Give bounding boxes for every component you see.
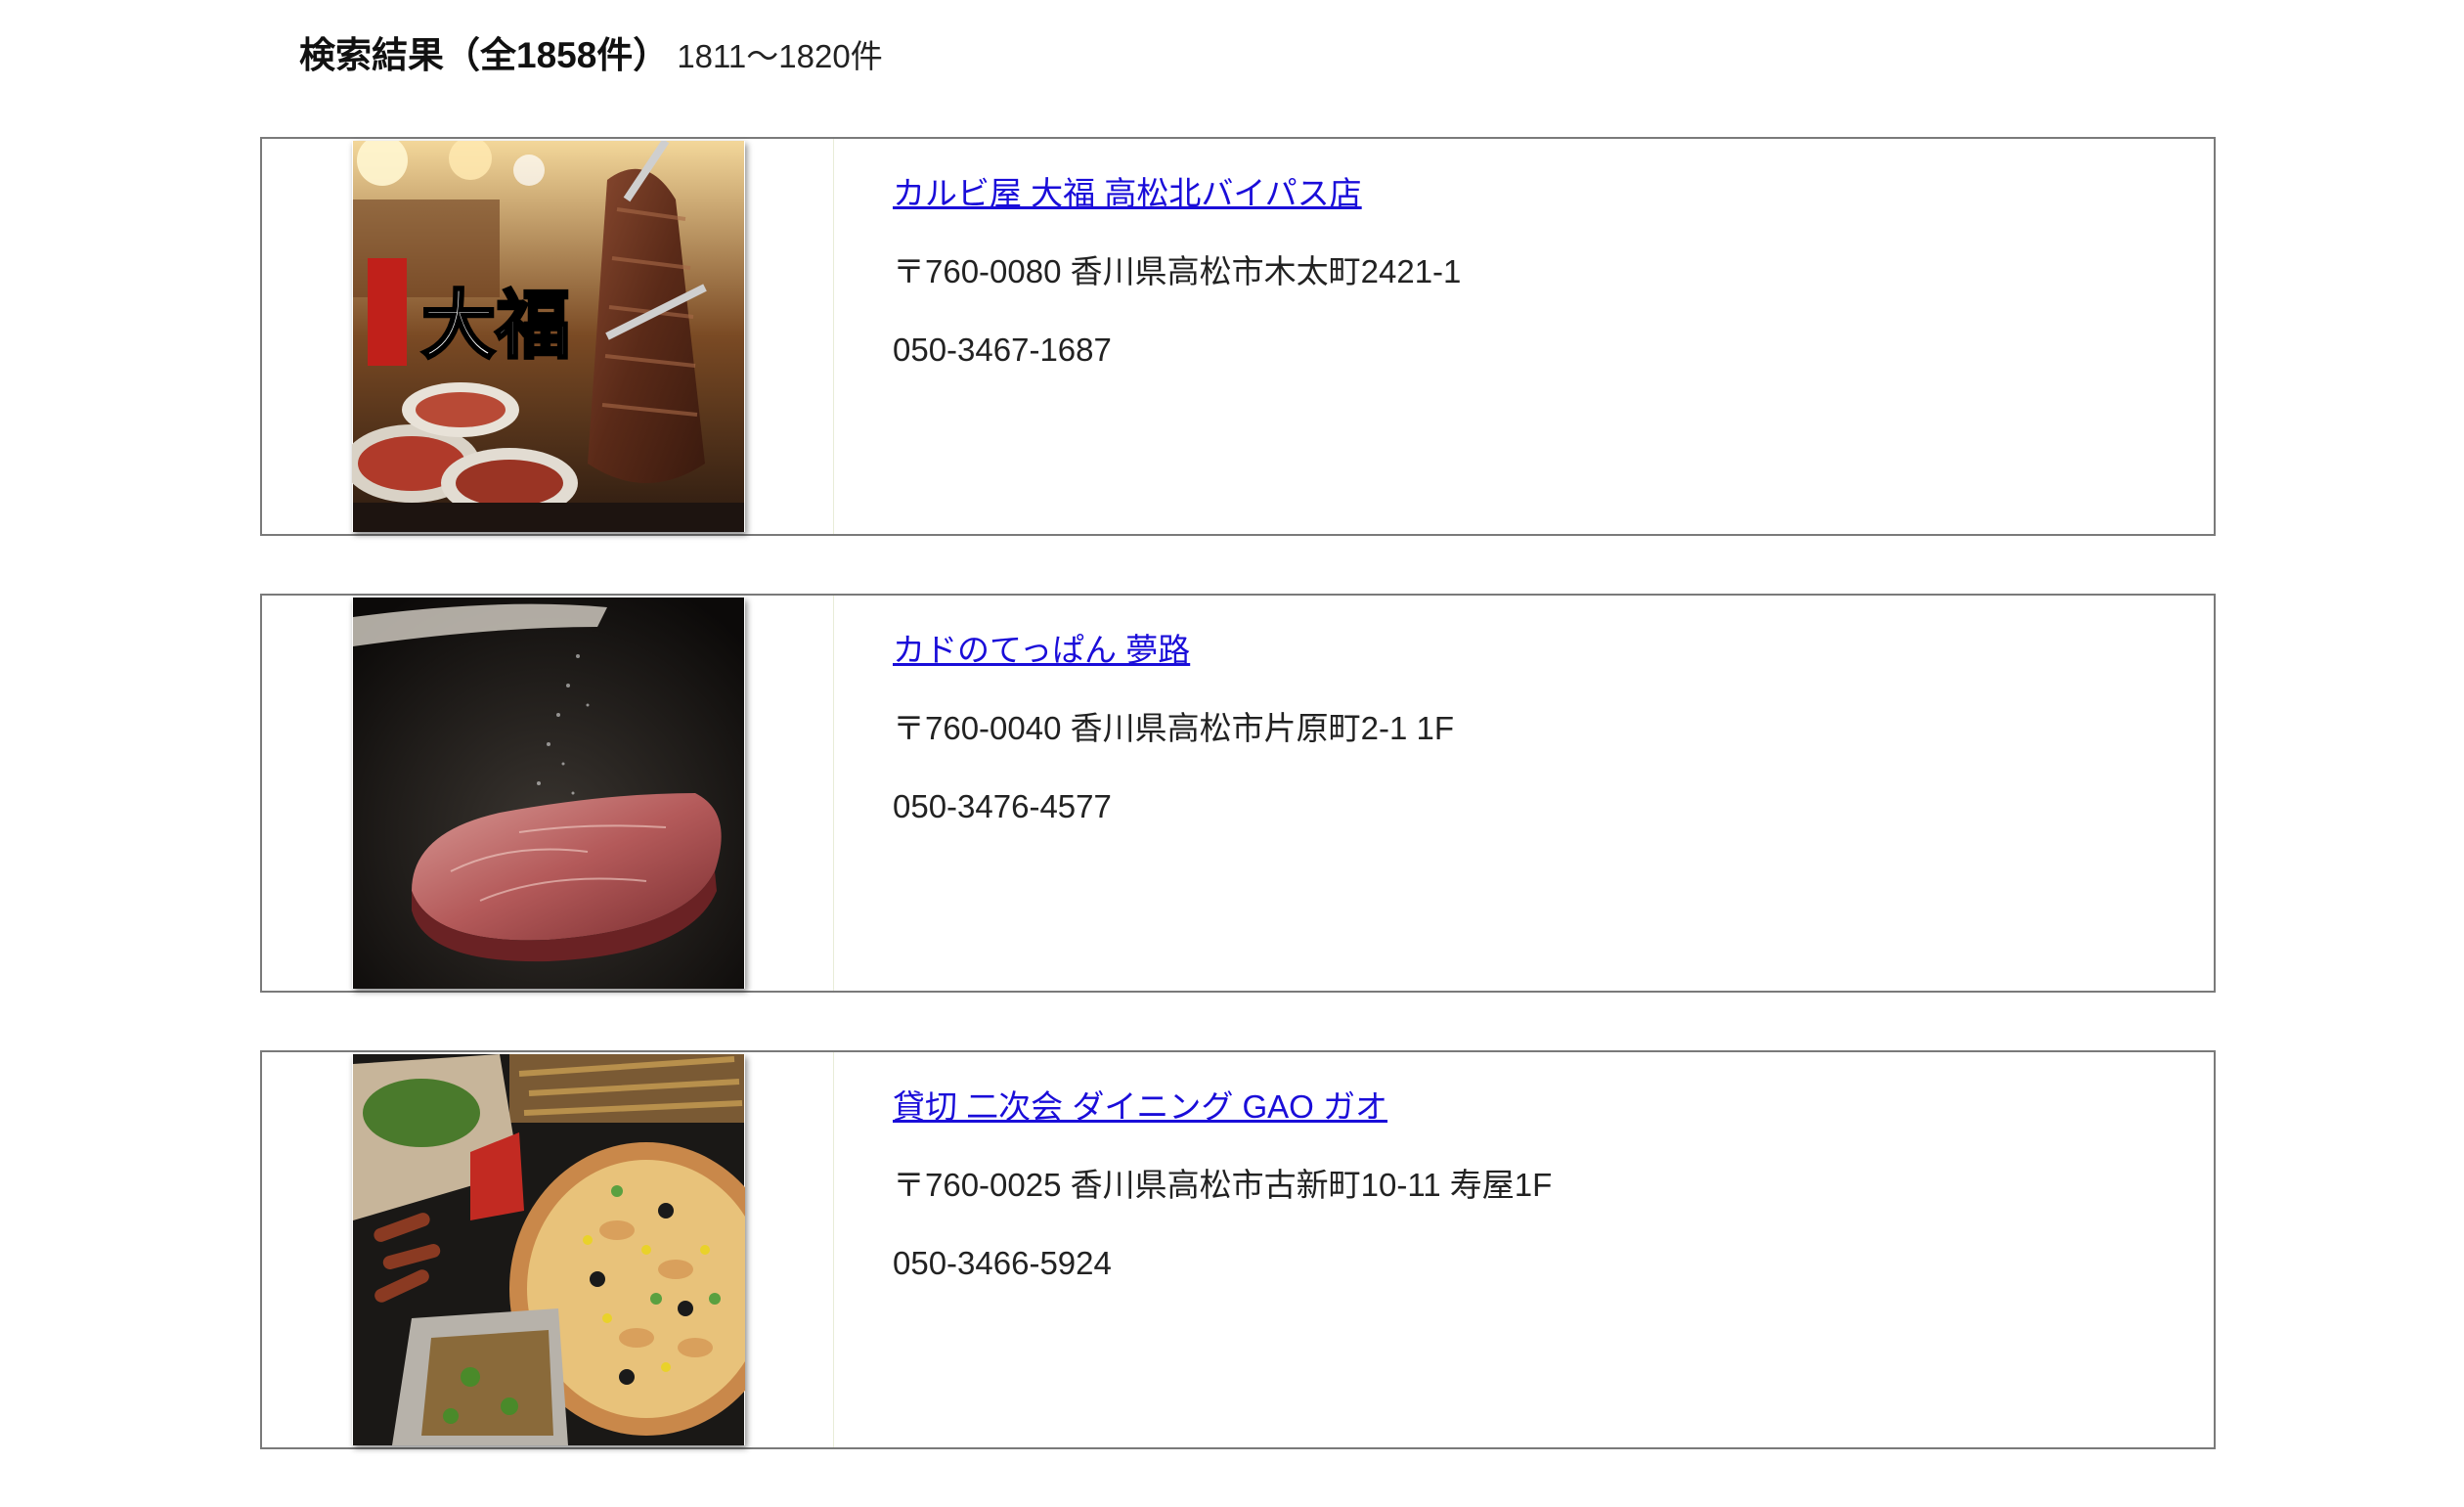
result-card: 貸切 二次会 ダイニング GAO ガオ 〒760-0025 香川県高松市古新町1… [260,1050,2216,1449]
thumb-cell: 大福 [262,139,834,534]
svg-text:大福: 大福 [421,282,570,369]
party-food-platter-photo[interactable] [352,1054,745,1445]
shop-address: 〒760-0080 香川県高松市木太町2421-1 [893,253,1462,289]
results-title: 検索結果（全1858件） [299,35,670,75]
info-cell: カルビ屋 大福 高松北バイパス店 〒760-0080 香川県高松市木太町2421… [834,139,2214,534]
teppan-steak-photo[interactable] [352,598,745,989]
result-card: 大福 カルビ屋 大福 高松北バイパス店 〒760-0080 香川県高松市木太町2… [260,137,2216,536]
shop-name-link[interactable]: 貸切 二次会 ダイニング GAO ガオ [893,1082,1387,1132]
shop-address: 〒760-0040 香川県高松市片原町2-1 1F [893,710,1455,746]
info-cell: カドのてっぱん 夢路 〒760-0040 香川県高松市片原町2-1 1F 050… [834,596,2214,991]
shop-phone: 050-3466-5924 [893,1245,1112,1281]
shop-phone: 050-3476-4577 [893,788,1112,824]
result-list: 大福 カルビ屋 大福 高松北バイパス店 〒760-0080 香川県高松市木太町2… [260,137,2216,1507]
results-range: 1811〜1820件 [677,38,883,74]
thumb-cell [262,596,834,991]
grilled-beef-photo[interactable]: 大福 [352,141,745,532]
shop-name-link[interactable]: カドのてっぱん 夢路 [893,625,1190,676]
shop-phone: 050-3467-1687 [893,332,1112,368]
results-header: 検索結果（全1858件） 1811〜1820件 [299,25,883,80]
shop-name-link[interactable]: カルビ屋 大福 高松北バイパス店 [893,168,1362,219]
result-card: カドのてっぱん 夢路 〒760-0040 香川県高松市片原町2-1 1F 050… [260,594,2216,993]
shop-address: 〒760-0025 香川県高松市古新町10-11 寿屋1F [893,1167,1553,1203]
thumb-cell [262,1052,834,1447]
info-cell: 貸切 二次会 ダイニング GAO ガオ 〒760-0025 香川県高松市古新町1… [834,1052,2214,1447]
